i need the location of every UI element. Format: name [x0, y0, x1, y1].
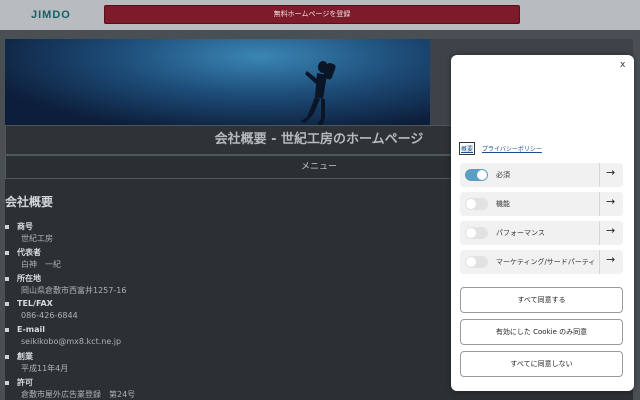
info-item: 商号 世紀工房 [5, 217, 305, 243]
cookie-option-marketing: マーケティング/サードパーティ → [460, 250, 623, 274]
reject-all-button[interactable]: すべてに同意しない [460, 351, 623, 377]
info-item: 許可 倉敷市屋外広告業登録 第24号 [5, 373, 305, 399]
cookie-links: 概要 プライバシーポリシー [459, 142, 542, 155]
accept-selected-button[interactable]: 有効にした Cookie のみ同意 [460, 319, 623, 345]
cookie-option-performance: パフォーマンス → [460, 221, 623, 245]
info-value: 086-426-6844 [21, 311, 78, 320]
toggle-switch[interactable] [465, 227, 488, 239]
overview-link[interactable]: 概要 [459, 142, 476, 155]
privacy-policy-link[interactable]: プライバシーポリシー [482, 146, 542, 153]
bullet-icon [5, 327, 9, 332]
divider [599, 250, 600, 274]
toggle-knob [466, 257, 476, 267]
bullet-icon [5, 250, 9, 255]
info-value: 倉敷市屋外広告業登録 第24号 [21, 390, 136, 399]
info-label: 許可 [5, 377, 33, 388]
divider [599, 192, 600, 216]
toggle-switch[interactable] [465, 169, 488, 181]
close-icon[interactable]: x [620, 60, 625, 70]
option-label: パフォーマンス [496, 229, 545, 237]
divider [599, 221, 600, 245]
arrow-right-icon[interactable]: → [606, 253, 615, 266]
diver-silhouette [301, 61, 336, 125]
bullet-icon [5, 354, 9, 359]
info-item: TEL/FAX 086-426-6844 [5, 295, 305, 321]
toggle-knob [466, 228, 476, 238]
accept-all-button[interactable]: すべて同意する [460, 287, 623, 313]
info-item: E-mail seikikobo@mx8.kct.ne.jp [5, 321, 305, 347]
toggle-knob [477, 170, 487, 180]
info-label: 商号 [5, 221, 33, 232]
toggle-switch[interactable] [465, 198, 488, 210]
cookie-option-required: 必須 → [460, 163, 623, 187]
bullet-icon [5, 380, 9, 385]
option-label: 機能 [496, 200, 510, 208]
company-info-list: 商号 世紀工房 代表者 白神 一紀 所在地 岡山県倉敷市西富井1257-16 T… [5, 217, 305, 399]
register-button[interactable]: 無料ホームページを登録 [104, 5, 520, 24]
info-label: 代表者 [5, 247, 41, 258]
cookie-option-functional: 機能 → [460, 192, 623, 216]
arrow-right-icon[interactable]: → [606, 195, 615, 208]
divider [599, 163, 600, 187]
info-label: 創業 [5, 351, 33, 362]
arrow-right-icon[interactable]: → [606, 166, 615, 179]
cookie-consent-panel: x 概要 プライバシーポリシー 必須 → 機能 → パフォーマンス → マーケテ… [451, 55, 634, 391]
info-item: 創業 平成11年4月 [5, 347, 305, 373]
bullet-icon [5, 276, 9, 281]
info-label: 所在地 [5, 273, 41, 284]
option-label: マーケティング/サードパーティ [496, 258, 596, 266]
jimdo-top-bar: JIMDO 無料ホームページを登録 [0, 0, 640, 30]
info-value[interactable]: seikikobo@mx8.kct.ne.jp [21, 337, 121, 346]
option-label: 必須 [496, 171, 510, 179]
info-label: E-mail [5, 325, 45, 334]
bullet-icon [5, 224, 9, 229]
info-item: 代表者 白神 一紀 [5, 243, 305, 269]
bullet-icon [5, 301, 9, 306]
page-heading: 会社概要 [5, 195, 54, 209]
info-item: 所在地 岡山県倉敷市西富井1257-16 [5, 269, 305, 295]
toggle-knob [466, 199, 476, 209]
jimdo-logo[interactable]: JIMDO [31, 9, 71, 21]
arrow-right-icon[interactable]: → [606, 224, 615, 237]
header-banner-image [5, 39, 430, 125]
toggle-switch[interactable] [465, 256, 488, 268]
info-label: TEL/FAX [5, 299, 53, 308]
